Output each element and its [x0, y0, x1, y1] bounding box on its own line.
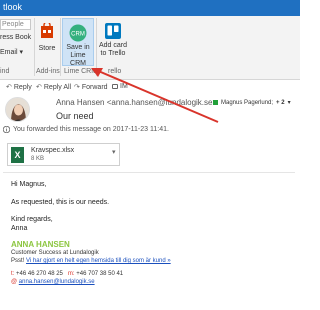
- chevron-down-icon: ▾: [19, 49, 23, 56]
- sender-avatar[interactable]: [5, 97, 30, 122]
- phone-2: +46 707 38 50 41: [76, 271, 124, 277]
- title-bar: tlook: [0, 0, 300, 16]
- recipients[interactable]: Magnus Pagerlund; + 2 ▾: [213, 99, 291, 106]
- reply-all-icon: ↶: [36, 84, 42, 91]
- forwarded-text: You forwarded this message on 2017-11-23…: [13, 125, 169, 133]
- signature-phones: t: +46 46 270 48 25 m: +46 707 38 50 41: [11, 271, 124, 277]
- search-people-input[interactable]: People: [0, 19, 31, 30]
- body-name: Anna: [11, 225, 28, 232]
- avatar-image: [6, 98, 29, 121]
- reply-icon: ↶: [6, 84, 12, 91]
- lime-crm-group-label: Lime CRM: [64, 68, 98, 75]
- save-in-lime-crm-button[interactable]: CRM Save in Lime CRM: [62, 18, 94, 67]
- forward-button[interactable]: ↷ Forward: [74, 83, 108, 92]
- save-in-label: Save in: [66, 44, 90, 51]
- ribbon-separator: [34, 18, 35, 76]
- signature-title: Customer Success at Lundalogik: [11, 250, 99, 256]
- body-line: As requested, this is our needs.: [11, 199, 110, 206]
- message-subject: Our need: [56, 111, 94, 121]
- chevron-down-icon[interactable]: ▾: [288, 99, 291, 106]
- ribbon-separator: [96, 18, 97, 76]
- ribbon: People ress Book Email ▾ ind Store Add-i…: [0, 16, 300, 80]
- phone-1: +46 46 270 48 25: [16, 271, 63, 277]
- store-label: Store: [38, 45, 56, 52]
- attachment-card[interactable]: X Kravspec.xlsx 8 KB ▾: [7, 143, 120, 166]
- im-button[interactable]: IM: [112, 83, 128, 90]
- to-trello-label: to Trello: [100, 50, 126, 57]
- info-icon: [3, 125, 10, 133]
- lime-crm-label: Lime CRM: [70, 52, 86, 67]
- promo-link[interactable]: Vi har gjort en helt egen hemsida till d…: [26, 258, 171, 264]
- lime-crm-icon: CRM: [69, 24, 87, 42]
- address-book-button[interactable]: ress Book: [0, 34, 31, 41]
- add-card-label: Add card: [98, 42, 128, 49]
- signature-email: @ anna.hansen@lundalogik.se: [11, 279, 95, 285]
- message-toolbar: ↶ Reply ↶ Reply All ↷ Forward IM: [0, 82, 300, 94]
- addins-group-label: Add-ins: [36, 68, 60, 75]
- trello-icon: [105, 23, 121, 39]
- forward-icon: ↷: [74, 84, 80, 91]
- svg-text:CRM: CRM: [71, 32, 85, 38]
- window-title: tlook: [3, 2, 23, 12]
- excel-icon: X: [11, 147, 24, 163]
- presence-icon: [213, 100, 218, 105]
- divider: [3, 172, 295, 173]
- body-closing: Kind regards,: [11, 216, 53, 223]
- forwarded-infobar: You forwarded this message on 2017-11-23…: [3, 124, 295, 134]
- recipient-name: Magnus Pagerlund;: [221, 99, 274, 106]
- more-recipients-button[interactable]: + 2: [276, 100, 285, 106]
- reply-button[interactable]: ↶ Reply: [6, 83, 32, 92]
- ribbon-separator: [60, 18, 61, 76]
- email-link[interactable]: anna.hansen@lundalogik.se: [19, 279, 95, 285]
- attachment-size: 8 KB: [31, 156, 45, 162]
- attachment-name: Kravspec.xlsx: [31, 147, 75, 154]
- store-icon: [41, 21, 53, 38]
- find-group-label: ind: [0, 68, 10, 75]
- signature-name: ANNA HANSEN: [11, 240, 70, 249]
- add-card-to-trello-button[interactable]: Add card to Trello: [98, 18, 128, 58]
- trello-group-label: rello: [108, 68, 122, 75]
- sender-name: Anna Hansen <anna.hansen@lundalogik.se>: [56, 98, 218, 107]
- filter-email-button[interactable]: Email ▾: [0, 48, 23, 56]
- body-greeting: Hi Magnus,: [11, 181, 47, 188]
- find-group: People ress Book Email ▾ ind: [0, 16, 34, 80]
- chat-icon: [112, 84, 118, 89]
- chevron-down-icon[interactable]: ▾: [112, 148, 116, 156]
- signature-promo: Psst! Vi har gjort en helt egen hemsida …: [11, 258, 171, 264]
- store-button[interactable]: Store: [36, 18, 58, 53]
- reply-all-button[interactable]: ↶ Reply All: [36, 83, 71, 92]
